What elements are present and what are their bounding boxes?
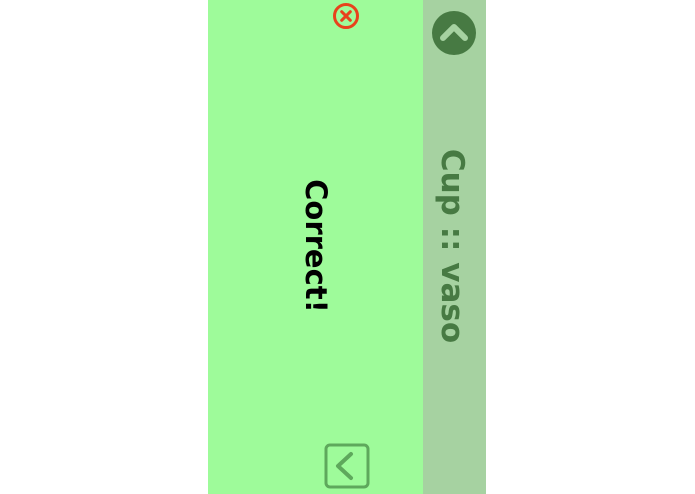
flashcard-text: Cup :: vaso	[434, 148, 470, 344]
app-screen: Correct! Cup :: vaso	[0, 0, 695, 494]
close-circle-x-icon	[333, 3, 359, 29]
feedback-text: Correct!	[298, 179, 333, 313]
collapse-button[interactable]	[431, 10, 477, 56]
back-button[interactable]	[324, 443, 370, 489]
chevron-up-circle-icon	[432, 11, 476, 55]
close-button[interactable]	[332, 2, 360, 30]
chevron-left-square-icon	[324, 443, 370, 489]
